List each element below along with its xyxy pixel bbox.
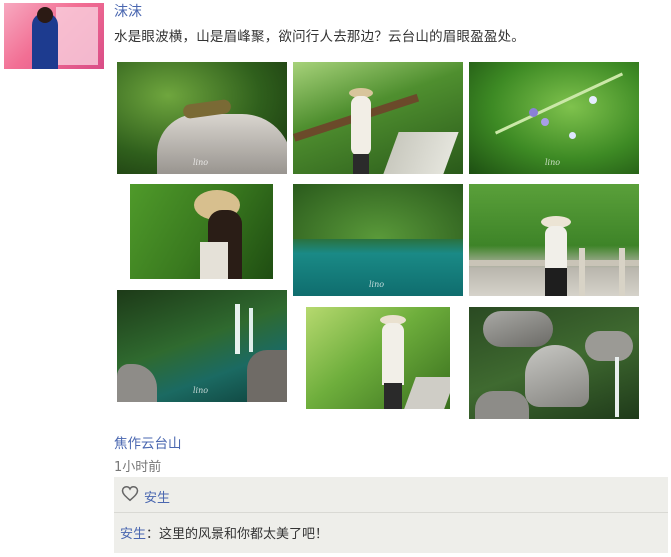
timestamp: 1小时前 <box>114 460 162 475</box>
photo-wildflowers[interactable]: lino <box>469 62 639 174</box>
post-text: 水是眼波横，山是眉峰聚，欲问行人去那边？云台山的眉眼盈盈处。 <box>114 29 525 45</box>
comment: 安生：这里的风景和你都太美了吧！ <box>120 523 328 542</box>
photo-woman-railing[interactable] <box>469 184 639 296</box>
heart-icon <box>121 485 139 502</box>
watermark: lino <box>369 280 385 289</box>
watermark: lino <box>193 158 209 167</box>
comment-separator: ： <box>146 527 160 542</box>
liker-name[interactable]: 安生 <box>144 487 170 506</box>
location-link[interactable]: 焦作云台山 <box>114 432 182 452</box>
username[interactable]: 沫沫 <box>114 1 142 21</box>
likes-comments-panel: 安生 安生：这里的风景和你都太美了吧！ <box>114 477 668 553</box>
avatar-sign <box>56 7 98 65</box>
photo-grasshopper[interactable]: lino <box>117 62 287 174</box>
comment-text: 这里的风景和你都太美了吧！ <box>159 527 329 542</box>
watermark: lino <box>193 386 209 395</box>
avatar-head <box>37 7 53 23</box>
photo-emerald-pool[interactable]: lino <box>293 184 463 296</box>
photo-woman-walkway[interactable] <box>293 62 463 174</box>
photo-woman-forest[interactable] <box>306 307 450 409</box>
watermark: lino <box>545 158 561 167</box>
comment-author[interactable]: 安生 <box>120 527 146 542</box>
photo-woman-profile[interactable] <box>130 184 273 279</box>
avatar[interactable] <box>4 3 104 69</box>
likes-row: 安生 <box>114 477 668 513</box>
photo-waterfall-pool[interactable]: lino <box>117 290 287 402</box>
photo-rocks-waterfall[interactable] <box>469 307 639 419</box>
